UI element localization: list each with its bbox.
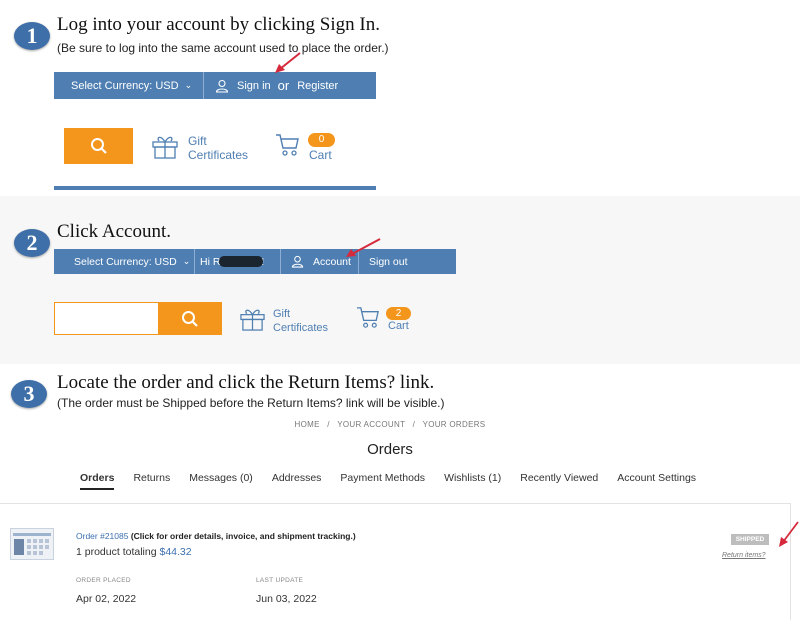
breadcrumb-your-account[interactable]: YOUR ACCOUNT xyxy=(337,420,405,429)
step-3-note: (The order must be Shipped before the Re… xyxy=(57,396,445,410)
order-total: $44.32 xyxy=(159,546,192,558)
step-1-title: Log into your account by clicking Sign I… xyxy=(57,14,380,35)
chevron-down-icon: ⌄ xyxy=(184,80,193,90)
arrow-pointer-icon xyxy=(779,521,799,547)
account-tabs: Orders Returns Messages (0) Addresses Pa… xyxy=(80,472,715,490)
order-placed-value: Apr 02, 2022 xyxy=(76,593,137,605)
search-button[interactable] xyxy=(64,128,133,164)
user-icon xyxy=(215,79,229,93)
arrow-pointer-icon xyxy=(275,52,301,73)
product-thumbnail[interactable] xyxy=(10,528,54,560)
tab-addresses[interactable]: Addresses xyxy=(272,472,322,490)
currency-label: Select Currency: USD xyxy=(74,255,177,268)
currency-selector[interactable]: Select Currency: USD ⌄ xyxy=(54,72,204,99)
or-text: or xyxy=(277,78,290,93)
search-input[interactable] xyxy=(54,302,158,335)
gift-certificates-link[interactable]: Gift Certificates xyxy=(188,134,248,162)
order-note: (Click for order details, invoice, and s… xyxy=(130,531,356,541)
step-1-note: (Be sure to log into the same account us… xyxy=(57,41,389,55)
status-badge: SHIPPED xyxy=(731,534,769,545)
currency-selector[interactable]: Select Currency: USD ⌄ xyxy=(54,249,195,274)
gift-line-1: Gift xyxy=(188,134,207,148)
chevron-down-icon: ⌄ xyxy=(182,256,191,266)
breadcrumb: HOME / YOUR ACCOUNT / YOUR ORDERS xyxy=(0,420,780,429)
page-title: Orders xyxy=(367,441,413,458)
order-placed-label: ORDER PLACED xyxy=(76,577,131,584)
gift-line-2: Certificates xyxy=(273,322,329,334)
cart-icon[interactable] xyxy=(356,305,381,330)
gift-icon xyxy=(240,309,265,331)
gift-line-2: Certificates xyxy=(188,148,249,162)
cart-icon[interactable] xyxy=(275,132,301,158)
user-icon xyxy=(291,255,304,268)
breadcrumb-separator: / xyxy=(327,420,330,429)
tab-account-settings[interactable]: Account Settings xyxy=(617,472,696,490)
step-2-badge: 2 xyxy=(14,229,50,257)
order-line: Order #21085 (Click for order details, i… xyxy=(76,531,356,541)
header-bar-logged-in: Select Currency: USD ⌄ Hi Rich Band! Acc… xyxy=(54,249,456,274)
last-update-value: Jun 03, 2022 xyxy=(256,593,317,605)
step-1-badge: 1 xyxy=(14,22,50,50)
divider xyxy=(54,186,376,190)
breadcrumb-separator: / xyxy=(412,420,416,429)
order-summary: 1 product totaling $44.32 xyxy=(76,546,192,558)
cart-count-badge: 2 xyxy=(386,307,411,320)
return-items-link[interactable]: Return items? xyxy=(722,552,766,559)
step-2-title: Click Account. xyxy=(57,221,171,242)
step-3-badge: 3 xyxy=(11,380,47,408)
last-update-label: LAST UPDATE xyxy=(256,577,304,584)
breadcrumb-home[interactable]: HOME xyxy=(295,420,320,429)
gift-certificates-link[interactable]: Gift Certificates xyxy=(273,307,328,335)
tab-messages[interactable]: Messages (0) xyxy=(189,472,253,490)
register-link[interactable]: Register xyxy=(297,80,338,92)
order-link[interactable]: Order #21085 xyxy=(76,531,128,541)
currency-label: Select Currency: USD xyxy=(71,79,179,92)
gift-line-1: Gift xyxy=(273,308,291,320)
cart-label[interactable]: Cart xyxy=(388,320,409,332)
gift-icon xyxy=(152,136,178,159)
header-bar: Select Currency: USD ⌄ Sign in or Regist… xyxy=(54,72,376,99)
tab-payment-methods[interactable]: Payment Methods xyxy=(340,472,425,490)
cart-label[interactable]: Cart xyxy=(309,148,332,162)
sign-in-link[interactable]: Sign in xyxy=(237,80,271,92)
account-links: Sign in or Register xyxy=(204,72,338,99)
redaction-mark xyxy=(219,256,263,267)
tabs-divider xyxy=(0,503,790,504)
step-3-title: Locate the order and click the Return It… xyxy=(57,372,435,393)
tab-orders[interactable]: Orders xyxy=(80,472,115,490)
order-summary-text: 1 product totaling xyxy=(76,546,160,558)
cart-count-badge: 0 xyxy=(308,133,335,147)
search-icon xyxy=(182,310,198,327)
tab-wishlists[interactable]: Wishlists (1) xyxy=(444,472,501,490)
breadcrumb-your-orders[interactable]: YOUR ORDERS xyxy=(423,420,486,429)
search-button[interactable] xyxy=(158,302,222,335)
search-icon xyxy=(90,138,107,154)
tab-recently-viewed[interactable]: Recently Viewed xyxy=(520,472,598,490)
greeting: Hi Rich Band! xyxy=(195,249,281,274)
arrow-pointer-icon xyxy=(346,238,381,257)
tab-returns[interactable]: Returns xyxy=(133,472,170,490)
